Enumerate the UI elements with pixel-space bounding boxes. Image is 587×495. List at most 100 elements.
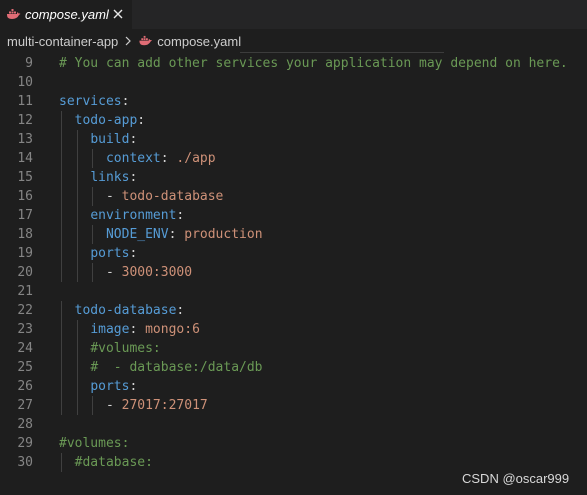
breadcrumb-file-label: compose.yaml	[157, 33, 242, 49]
key-separator: :	[176, 208, 185, 223]
code-line[interactable]: 19 ports:	[0, 244, 587, 263]
line-number: 27	[17, 398, 33, 413]
breadcrumb-file[interactable]: compose.yaml	[138, 34, 241, 49]
code-line[interactable]: 18 NODE_ENV: production	[0, 225, 587, 244]
code-text: ports:	[59, 377, 137, 396]
line-number: 14	[17, 151, 33, 166]
code-line[interactable]: 12 todo-app:	[0, 111, 587, 130]
code-line[interactable]: 24 #volumes:	[0, 339, 587, 358]
yaml-value: ./app	[176, 151, 216, 166]
watermark: CSDN @oscar999	[462, 471, 570, 486]
line-number: 16	[17, 189, 33, 204]
breadcrumb-folder[interactable]: multi-container-app	[7, 34, 118, 49]
code-editor[interactable]: 9 # You can add other services your appli…	[0, 54, 587, 495]
code-text: todo-database:	[59, 301, 185, 320]
line-number: 19	[17, 246, 33, 261]
line-number: 9	[25, 56, 33, 71]
code-line[interactable]: 14 context: ./app	[0, 149, 587, 168]
tab-bar: compose.yaml	[0, 0, 587, 29]
chevron-right-icon	[124, 36, 132, 46]
code-line[interactable]: 22 todo-database:	[0, 301, 587, 320]
code-text: NODE_ENV: production	[59, 225, 263, 244]
line-number: 23	[17, 322, 33, 337]
code-text: ports:	[59, 244, 137, 263]
line-number: 22	[17, 303, 33, 318]
yaml-value: 27017:27017	[121, 398, 208, 413]
key-separator: :	[121, 94, 130, 109]
code-line[interactable]: 21	[0, 282, 587, 301]
yaml-comment: # You can add other services your applic…	[59, 56, 568, 71]
code-text: environment:	[59, 206, 184, 225]
yaml-key: links	[90, 170, 130, 185]
code-line[interactable]: 25 # - database:/data/db	[0, 358, 587, 377]
list-dash: -	[105, 189, 122, 204]
yaml-key: ports	[90, 379, 130, 394]
code-line[interactable]: 11 services:	[0, 92, 587, 111]
key-separator: :	[129, 170, 138, 185]
code-line[interactable]: 23 image: mongo:6	[0, 320, 587, 339]
code-line[interactable]: 26 ports:	[0, 377, 587, 396]
code-text: #volumes:	[59, 434, 129, 453]
key-separator: :	[176, 303, 185, 318]
code-text: todo-app:	[59, 111, 145, 130]
line-number: 18	[17, 227, 33, 242]
code-line[interactable]: 15 links:	[0, 168, 587, 187]
code-line[interactable]: 13 build:	[0, 130, 587, 149]
code-text: image: mongo:6	[59, 320, 200, 339]
sticky-scroll-divider	[240, 52, 444, 53]
code-text: #database:	[59, 453, 153, 472]
code-text: context: ./app	[59, 149, 216, 168]
key-separator: :	[129, 246, 138, 261]
yaml-comment: #volumes:	[90, 341, 161, 356]
line-number: 11	[17, 94, 33, 109]
yaml-value: mongo:6	[145, 322, 200, 337]
code-text: build:	[59, 130, 137, 149]
code-line[interactable]: 17 environment:	[0, 206, 587, 225]
code-line[interactable]: 27 - 27017:27017	[0, 396, 587, 415]
list-dash: -	[105, 398, 122, 413]
code-text: links:	[59, 168, 137, 187]
code-line[interactable]: 28	[0, 415, 587, 434]
tab-label: compose.yaml	[25, 7, 109, 22]
code-line[interactable]: 20 - 3000:3000	[0, 263, 587, 282]
yaml-key: todo-database	[74, 303, 177, 318]
yaml-key: build	[90, 132, 130, 147]
code-line[interactable]: 9 # You can add other services your appli…	[0, 54, 587, 73]
line-number: 21	[17, 284, 33, 299]
line-number: 12	[17, 113, 33, 128]
line-number: 13	[17, 132, 33, 147]
close-icon	[113, 9, 123, 19]
code-line[interactable]: 30 #database:	[0, 453, 587, 472]
line-number: 28	[17, 417, 33, 432]
line-number: 17	[17, 208, 33, 223]
docker-whale-icon	[6, 8, 21, 22]
key-separator: :	[129, 132, 138, 147]
yaml-key: ports	[90, 246, 130, 261]
key-separator: :	[129, 379, 138, 394]
code-line[interactable]: 10	[0, 73, 587, 92]
key-separator: :	[168, 227, 185, 242]
yaml-value: production	[184, 227, 263, 242]
close-tab-button[interactable]	[111, 7, 125, 21]
code-text: # You can add other services your applic…	[59, 54, 568, 73]
code-text: services:	[59, 92, 129, 111]
line-number: 30	[17, 455, 33, 470]
code-line[interactable]: 29 #volumes:	[0, 434, 587, 453]
key-separator: :	[129, 322, 146, 337]
code-text: #volumes:	[59, 339, 161, 358]
yaml-value: 3000:3000	[121, 265, 193, 280]
code-line[interactable]: 16 - todo-database	[0, 187, 587, 206]
line-number: 24	[17, 341, 33, 356]
yaml-key: environment	[90, 208, 177, 223]
yaml-key: context	[105, 151, 161, 166]
